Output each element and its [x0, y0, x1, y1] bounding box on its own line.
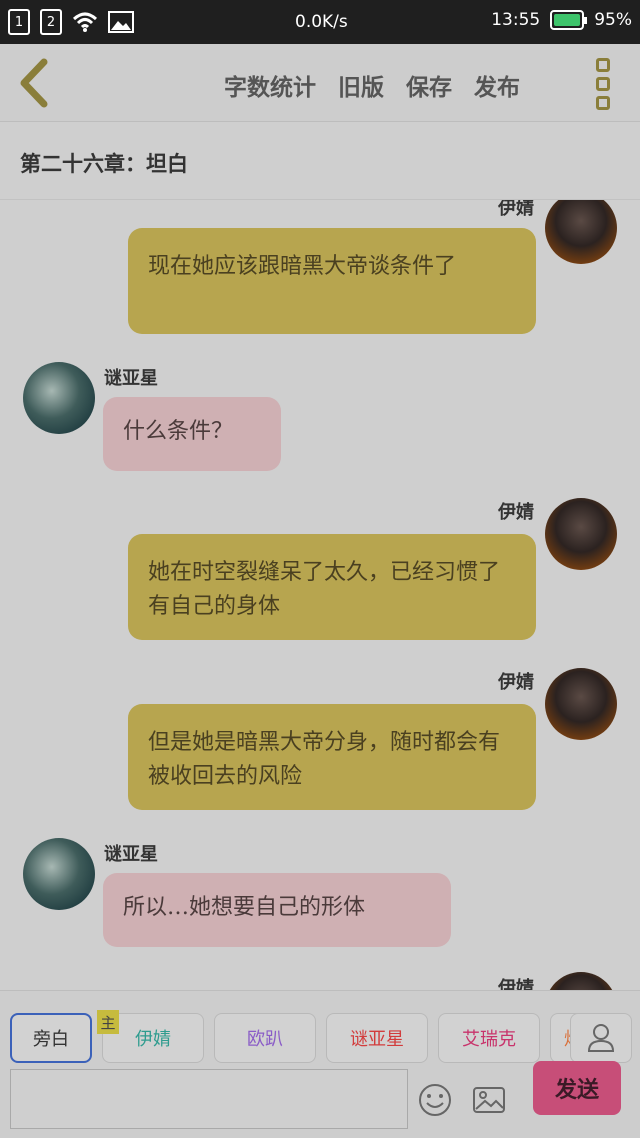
network-speed: 0.0K/s	[295, 12, 348, 32]
back-button[interactable]	[14, 58, 54, 108]
publish-button[interactable]: 发布	[474, 68, 520, 102]
add-role-button[interactable]	[570, 1013, 632, 1063]
battery-icon	[550, 10, 588, 30]
sender-name: 谜亚星	[104, 368, 158, 389]
avatar[interactable]	[545, 200, 617, 264]
message-bubble[interactable]: 但是她是暗黑大帝分身，随时都会有被收回去的风险	[128, 704, 536, 810]
role-label: 谜亚星	[350, 1029, 404, 1050]
sender-name: 谜亚星	[104, 844, 158, 865]
image-button[interactable]	[472, 1083, 506, 1117]
message-left: 谜亚星 所以…她想要自己的形体	[0, 836, 640, 956]
role-label: 旁白	[33, 1029, 69, 1050]
role-label: 艾瑞克	[462, 1029, 516, 1050]
avatar[interactable]	[545, 972, 617, 990]
smiley-icon	[419, 1084, 451, 1116]
save-button[interactable]: 保存	[406, 68, 452, 102]
role-narrator[interactable]: 旁白	[10, 1013, 92, 1063]
old-version-button[interactable]: 旧版	[338, 68, 384, 102]
send-button[interactable]: 发送	[533, 1061, 621, 1115]
message-right: 伊婧	[0, 970, 640, 990]
composer-panel: 旁白 主 伊婧 欧趴 谜亚星 艾瑞克 焰王	[0, 990, 640, 1138]
clock: 13:55	[491, 10, 541, 30]
sender-name: 伊婧	[498, 200, 534, 219]
message-bubble[interactable]: 她在时空裂缝呆了太久，已经习惯了有自己的身体	[128, 534, 536, 640]
image-notification-icon	[108, 11, 134, 33]
sender-name: 伊婧	[498, 672, 534, 693]
sim2-label: 2	[46, 14, 56, 30]
message-left: 谜亚星 什么条件？	[0, 360, 640, 480]
word-count-button[interactable]: 字数统计	[224, 68, 316, 102]
message-right: 伊婧 她在时空裂缝呆了太久，已经习惯了有自己的身体	[0, 496, 640, 646]
top-toolbar: 字数统计 旧版 保存 发布	[0, 44, 640, 122]
message-bubble[interactable]: 现在她应该跟暗黑大帝谈条件了	[128, 228, 536, 334]
role-miyaxing[interactable]: 谜亚星	[326, 1013, 428, 1063]
message-right: 伊婧 现在她应该跟暗黑大帝谈条件了	[0, 200, 640, 340]
menu-dot-icon	[596, 96, 610, 110]
role-selector: 旁白 主 伊婧 欧趴 谜亚星 艾瑞克 焰王	[10, 1010, 614, 1063]
sim2-icon: 2	[40, 9, 62, 35]
emoji-button[interactable]	[418, 1083, 452, 1117]
status-bar: 1 2 0.0K/s 13:55 95%	[0, 0, 640, 44]
menu-dot-icon	[596, 58, 610, 72]
wifi-icon	[72, 12, 98, 32]
picture-icon	[473, 1087, 505, 1113]
menu-dot-icon	[596, 77, 610, 91]
avatar[interactable]	[23, 838, 95, 910]
role-airuike[interactable]: 艾瑞克	[438, 1013, 540, 1063]
battery-percent: 95%	[594, 10, 632, 30]
chevron-left-icon	[20, 58, 48, 108]
chapter-header: 第二十六章：坦白	[0, 122, 640, 200]
role-label: 伊婧	[135, 1029, 171, 1050]
sender-name: 伊婧	[498, 978, 534, 990]
role-label: 欧趴	[247, 1029, 283, 1050]
message-bubble[interactable]: 什么条件？	[103, 397, 281, 471]
role-oupa[interactable]: 欧趴	[214, 1013, 316, 1063]
avatar[interactable]	[545, 668, 617, 740]
chapter-title[interactable]: 第二十六章：坦白	[20, 148, 188, 178]
message-bubble[interactable]: 所以…她想要自己的形体	[103, 873, 451, 947]
avatar[interactable]	[23, 362, 95, 434]
chat-area[interactable]: 伊婧 现在她应该跟暗黑大帝谈条件了 谜亚星 什么条件？ 伊婧 她在时空裂缝呆了太…	[0, 200, 640, 990]
more-menu-button[interactable]	[596, 58, 614, 110]
avatar[interactable]	[545, 498, 617, 570]
sim1-icon: 1	[8, 9, 30, 35]
sender-name: 伊婧	[498, 502, 534, 523]
main-role-badge: 主	[97, 1010, 119, 1034]
sim1-label: 1	[14, 14, 24, 30]
user-icon	[587, 1024, 615, 1052]
role-yijing[interactable]: 主 伊婧	[97, 1010, 204, 1063]
message-right: 伊婧 但是她是暗黑大帝分身，随时都会有被收回去的风险	[0, 666, 640, 816]
message-input[interactable]	[10, 1069, 408, 1129]
